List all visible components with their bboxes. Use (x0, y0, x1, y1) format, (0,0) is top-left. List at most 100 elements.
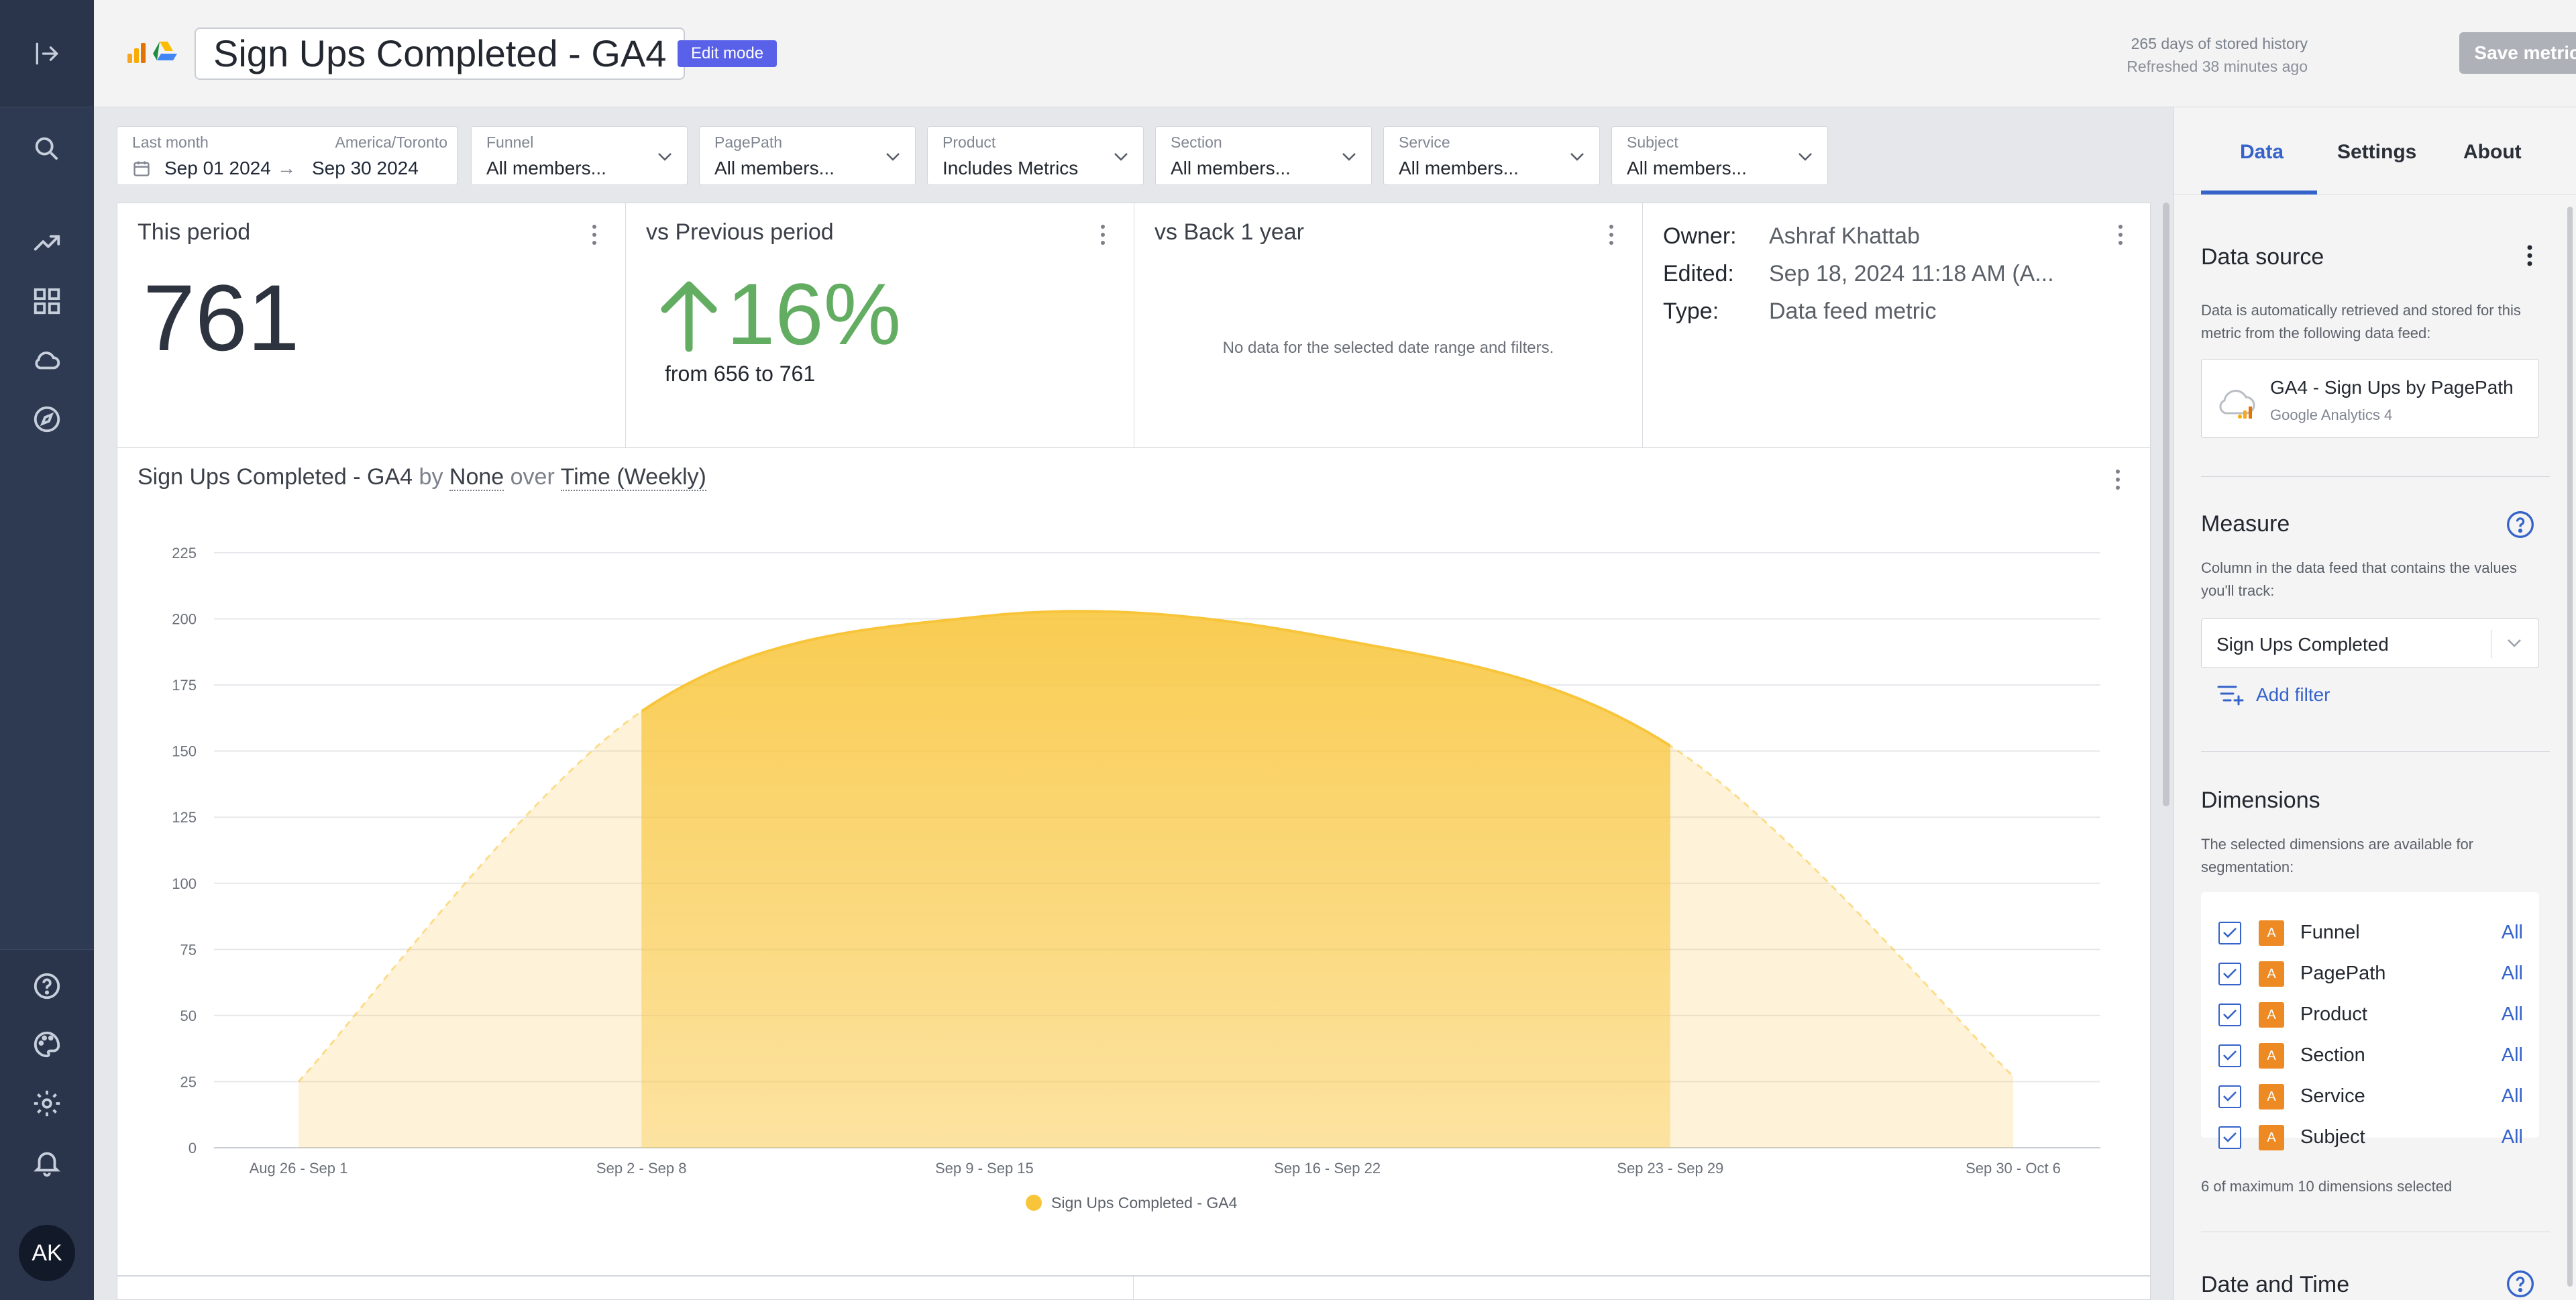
y-tick-label: 50 (180, 1008, 197, 1024)
data-feed-card[interactable]: GA4 - Sign Ups by PagePath Google Analyt… (2201, 359, 2539, 438)
dimension-all-link[interactable]: All (2502, 1044, 2523, 1067)
date-arrow: → (277, 158, 296, 178)
dimension-checkbox[interactable] (2218, 922, 2241, 944)
checkmark-icon (2223, 928, 2237, 938)
help-icon[interactable] (2506, 510, 2535, 539)
legend-swatch (1026, 1195, 1042, 1211)
panel-tabs: Data Settings About (2174, 107, 2576, 195)
area-chart: 0 25 50 75 100 125 150 175 200 225 Aug 26 - Sep 1 S… (172, 545, 2100, 1211)
x-tick-label: Sep 9 - Sep 15 (935, 1160, 1034, 1177)
more-options-icon[interactable] (1099, 223, 1107, 246)
attribute-tag: A (2259, 1084, 2284, 1109)
add-filter-button[interactable]: Add filter (2217, 682, 2330, 708)
filter-product[interactable]: Product Includes Metrics (927, 126, 1144, 185)
more-options-icon[interactable] (2116, 223, 2125, 246)
nav-settings-button[interactable] (0, 1074, 94, 1133)
measure-heading: Measure (2201, 511, 2290, 537)
tab-about[interactable]: About (2463, 141, 2522, 164)
metric-title-input[interactable]: Sign Ups Completed - GA4 (195, 28, 686, 80)
nav-explore-button[interactable] (0, 390, 94, 449)
left-nav: AK (0, 0, 94, 1300)
filter-subject[interactable]: Subject All members... (1611, 126, 1828, 185)
dimension-row: A PagePath All (2201, 952, 2539, 993)
filter-add-icon (2217, 686, 2244, 706)
filter-value: All members... (1171, 158, 1291, 178)
x-tick-label: Sep 30 - Oct 6 (1966, 1160, 2061, 1177)
dimension-all-link[interactable]: All (2502, 963, 2523, 985)
stored-history-text: 265 days of stored history (2131, 35, 2308, 52)
panel-scrollbar[interactable] (2567, 207, 2573, 1287)
filter-value: All members... (1627, 158, 1747, 178)
type-value: Data feed metric (1769, 299, 1937, 324)
dimension-row: A Funnel All (2201, 911, 2539, 952)
attribute-tag: A (2259, 1043, 2284, 1069)
dimension-checkbox[interactable] (2218, 1044, 2241, 1067)
dimension-checkbox[interactable] (2218, 1004, 2241, 1026)
nav-collapse-button[interactable] (0, 0, 94, 107)
dimension-row: A Section All (2201, 1034, 2539, 1075)
tab-data[interactable]: Data (2240, 141, 2284, 164)
owner-label: Owner: (1663, 223, 1737, 249)
nav-theme-button[interactable] (0, 1015, 94, 1074)
bell-icon (34, 1152, 60, 1177)
more-options-icon[interactable] (590, 223, 598, 246)
dimension-all-link[interactable]: All (2502, 1126, 2523, 1148)
card-title: vs Back 1 year (1155, 219, 1304, 245)
dimension-checkbox[interactable] (2218, 1126, 2241, 1149)
no-data-message: No data for the selected date range and … (1222, 339, 1554, 357)
y-tick-label: 125 (172, 809, 197, 826)
filter-label: Funnel (486, 133, 534, 151)
filter-service[interactable]: Service All members... (1383, 126, 1600, 185)
filter-value: All members... (1399, 158, 1519, 178)
more-options-icon[interactable] (1607, 223, 1615, 246)
dimension-checkbox[interactable] (2218, 963, 2241, 985)
dimension-name: Product (2300, 1004, 2367, 1025)
change-percent: 16% (727, 265, 902, 363)
nav-datafeeds-button[interactable] (0, 331, 94, 390)
dimension-name: Section (2300, 1044, 2365, 1066)
nav-help-button[interactable] (0, 957, 94, 1016)
dimension-all-link[interactable]: All (2502, 1004, 2523, 1026)
nav-notifications-button[interactable] (0, 1133, 94, 1192)
save-metric-button[interactable]: Save metric (2459, 32, 2576, 74)
tab-settings[interactable]: Settings (2337, 141, 2416, 164)
checkmark-icon (2223, 1010, 2237, 1020)
y-tick-label: 225 (172, 545, 197, 561)
collapse-icon (36, 42, 59, 64)
legend-label: Sign Ups Completed - GA4 (1051, 1194, 1238, 1211)
date-end[interactable]: Sep 30 2024 (312, 158, 419, 179)
filter-label: Subject (1627, 133, 1678, 151)
y-tick-label: 150 (172, 743, 197, 760)
cloud-icon (35, 351, 60, 370)
filter-value: All members... (486, 158, 606, 178)
measure-select[interactable]: Sign Ups Completed (2201, 618, 2539, 668)
lower-cards-row (117, 1276, 2151, 1300)
filter-pagepath[interactable]: PagePath All members... (699, 126, 916, 185)
nav-dashboards-button[interactable] (0, 272, 94, 331)
card-previous-period: vs Previous period 16% from 656 to 761 (626, 203, 1134, 449)
y-tick-label: 175 (172, 677, 197, 694)
more-options-icon[interactable] (2526, 244, 2534, 267)
filter-funnel[interactable]: Funnel All members... (471, 126, 688, 185)
dashboard-icon (34, 288, 60, 315)
y-tick-label: 100 (172, 875, 197, 892)
chevron-down-icon (2508, 639, 2521, 647)
dimension-checkbox[interactable] (2218, 1085, 2241, 1108)
help-icon[interactable] (2506, 1269, 2535, 1299)
main-scrollbar[interactable] (2163, 203, 2169, 806)
dimension-row: A Subject All (2201, 1116, 2539, 1150)
dimension-all-link[interactable]: All (2502, 922, 2523, 944)
filter-label: Service (1399, 133, 1450, 151)
history-info: 265 days of stored history Refreshed 38 … (2127, 32, 2308, 78)
measure-description: Column in the data feed that contains th… (2201, 559, 2517, 599)
dimension-name: Subject (2300, 1126, 2365, 1148)
dimension-name: PagePath (2300, 963, 2386, 984)
nav-search-button[interactable] (0, 119, 94, 178)
dimension-all-link[interactable]: All (2502, 1085, 2523, 1107)
checkmark-icon (2223, 1091, 2237, 1101)
filter-section[interactable]: Section All members... (1155, 126, 1372, 185)
avatar[interactable]: AK (19, 1225, 75, 1281)
date-range-filter[interactable]: Last month America/Toronto Sep 01 2024 →… (117, 126, 458, 185)
date-start[interactable]: Sep 01 2024 (164, 158, 271, 179)
nav-metrics-button[interactable] (0, 213, 94, 272)
